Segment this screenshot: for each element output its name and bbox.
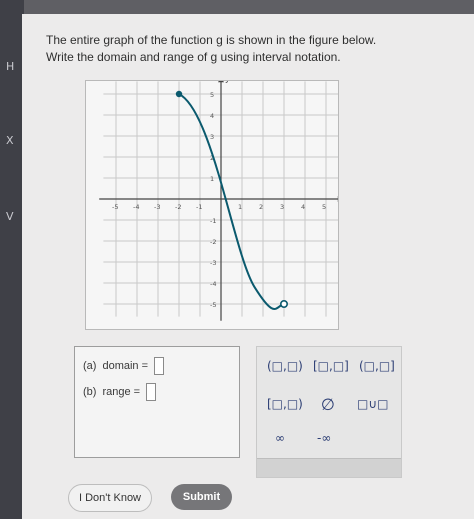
graph-figure: xy-5-4-3-2-11234554321-1-2-3-4-5: [85, 74, 344, 330]
question-line-1: The entire graph of the function g is sh…: [46, 33, 377, 47]
range-part-label: (b): [83, 386, 97, 398]
open-open-interval-key[interactable]: (□,□): [267, 359, 303, 373]
sidebar-glyph-v: V: [6, 210, 14, 223]
sidebar-glyph-h: H: [6, 60, 15, 73]
answer-box: (a) domain = (b) range =: [74, 346, 240, 458]
infinity-key[interactable]: ∞: [275, 431, 285, 445]
y-axis-arrow: [218, 77, 224, 83]
y-tick-label: 3: [210, 133, 214, 141]
x-tick-label: 3: [280, 203, 284, 211]
y-tick-label: -3: [210, 259, 216, 267]
x-tick-label: -2: [175, 203, 181, 211]
closed-endpoint: [175, 90, 183, 98]
interval-keypad: (□,□) [□,□] (□,□] [□,□) ∅ □∪□ ∞ -∞: [256, 346, 402, 478]
question-panel: The entire graph of the function g is sh…: [22, 14, 474, 519]
closed-open-interval-key[interactable]: [□,□): [267, 397, 303, 411]
empty-set-key[interactable]: ∅: [321, 395, 335, 414]
closed-closed-interval-key[interactable]: [□,□]: [313, 359, 349, 373]
keypad-bottom-bar: [257, 458, 401, 477]
x-tick-label: -3: [154, 203, 160, 211]
x-tick-label: -1: [196, 203, 202, 211]
domain-label: domain =: [102, 360, 149, 372]
domain-part-label: (a): [83, 360, 97, 372]
sidebar-glyph-x: X: [6, 134, 14, 147]
range-row: (b) range =: [83, 383, 157, 401]
y-tick-label: 4: [210, 112, 214, 120]
domain-input[interactable]: [154, 357, 165, 375]
y-tick-label: -2: [210, 238, 216, 246]
y-axis-label: y: [225, 81, 230, 83]
range-label: range =: [102, 386, 141, 398]
y-tick-label: 1: [210, 175, 214, 183]
function-curve: [178, 93, 285, 310]
x-tick-label: -5: [112, 203, 118, 211]
range-input[interactable]: [146, 383, 157, 401]
negative-infinity-key[interactable]: -∞: [317, 431, 331, 445]
y-tick-label: -4: [210, 280, 216, 288]
open-endpoint: [280, 300, 289, 309]
x-tick-label: 2: [259, 203, 263, 211]
open-closed-interval-key[interactable]: (□,□]: [359, 359, 395, 373]
y-tick-label: 5: [210, 91, 214, 99]
coordinate-graph: xy-5-4-3-2-11234554321-1-2-3-4-5: [99, 74, 344, 321]
x-tick-label: 5: [322, 203, 326, 211]
y-tick-label: -1: [210, 217, 216, 225]
dont-know-button[interactable]: I Don't Know: [68, 484, 152, 512]
x-tick-label: -4: [133, 203, 139, 211]
x-tick-label: 4: [301, 203, 305, 211]
y-tick-label: -5: [210, 301, 216, 309]
submit-button[interactable]: Submit: [171, 484, 232, 510]
left-sidebar: H X V: [0, 0, 24, 519]
question-text: The entire graph of the function g is sh…: [46, 32, 426, 66]
question-line-2: Write the domain and range of g using in…: [46, 50, 341, 64]
union-key[interactable]: □∪□: [357, 397, 388, 411]
domain-row: (a) domain =: [83, 357, 165, 375]
x-tick-label: 1: [238, 203, 242, 211]
